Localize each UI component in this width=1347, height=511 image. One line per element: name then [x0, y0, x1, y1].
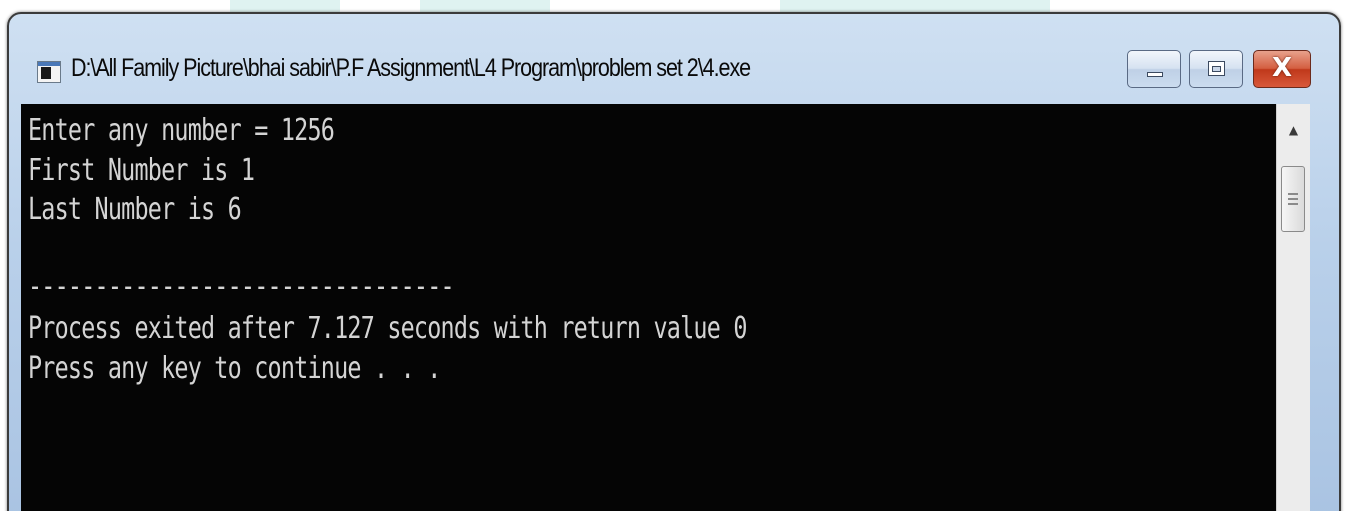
thumb-grip: [1288, 193, 1298, 195]
close-button[interactable]: X: [1253, 50, 1311, 88]
console-line: First Number is 1: [28, 153, 255, 188]
thumb-grip: [1288, 203, 1298, 205]
icon-title-strip: [38, 62, 60, 66]
maximize-button[interactable]: [1189, 50, 1243, 88]
screenshot-page: D:\All Family Picture\bhai sabir\P.F Ass…: [0, 0, 1347, 511]
console-line: Press any key to continue . . .: [28, 351, 441, 386]
console-line: Process exited after 7.127 seconds with …: [28, 311, 747, 346]
console-separator: --------------------------------: [28, 269, 455, 304]
title-bar[interactable]: D:\All Family Picture\bhai sabir\P.F Ass…: [9, 14, 1339, 114]
scroll-up-arrow-icon[interactable]: ▲: [1277, 112, 1310, 148]
thumb-grip: [1288, 198, 1298, 200]
close-icon: X: [1271, 53, 1293, 83]
window-title: D:\All Family Picture\bhai sabir\P.F Ass…: [71, 54, 751, 82]
console-line: Enter any number = 1256: [28, 113, 335, 148]
maximize-icon: [1208, 61, 1225, 76]
minimize-icon: [1147, 72, 1163, 77]
scrollbar-thumb[interactable]: [1281, 166, 1305, 232]
console-output-area[interactable]: Enter any number = 1256 First Number is …: [21, 104, 1276, 511]
console-app-icon[interactable]: [37, 61, 61, 83]
minimize-button[interactable]: [1127, 50, 1181, 88]
icon-screen: [41, 67, 51, 79]
vertical-scrollbar[interactable]: ▲: [1276, 104, 1310, 511]
console-line: Last Number is 6: [28, 192, 242, 227]
